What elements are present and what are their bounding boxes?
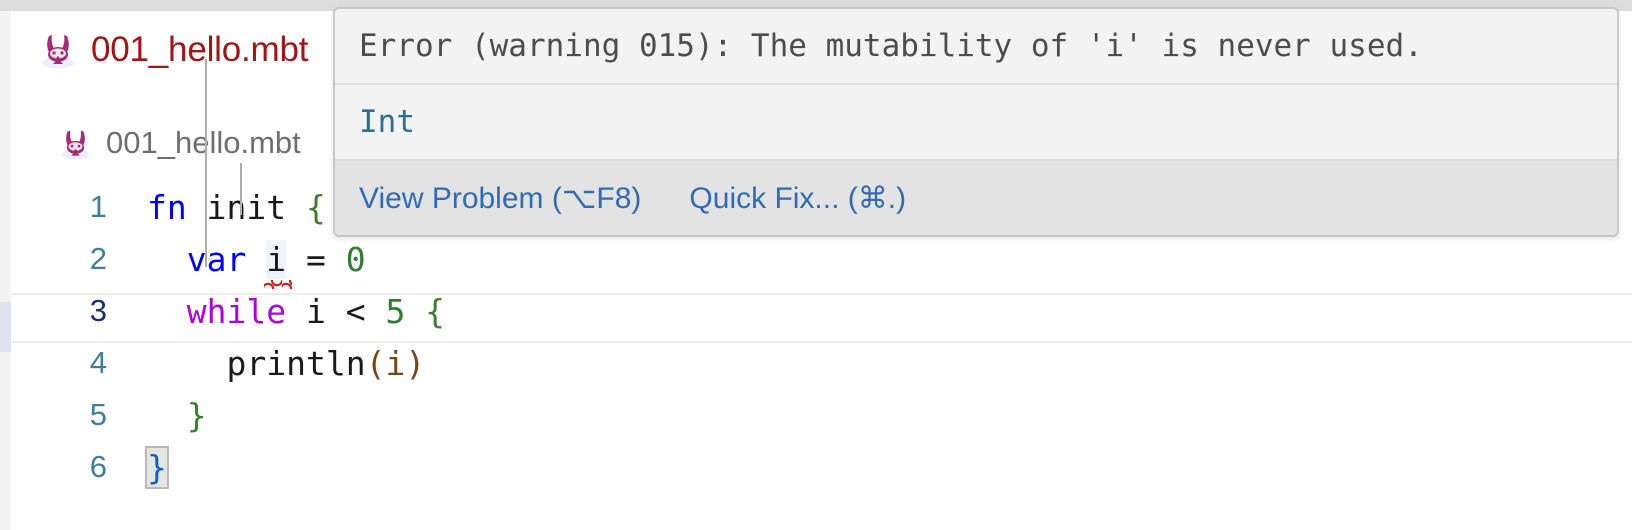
hover-diagnostic-message: Error (warning 015): The mutability of '… xyxy=(335,9,1617,85)
code-line[interactable]: 3 while i < 5 { xyxy=(11,285,1632,337)
code-line[interactable]: 2 var i = 0 xyxy=(11,233,1632,289)
code-token: 5 xyxy=(385,291,406,331)
code-line[interactable]: 4 println(i) xyxy=(11,337,1632,389)
code-token: ) xyxy=(405,343,426,383)
line-number: 4 xyxy=(89,345,107,380)
error-squiggle-token: i xyxy=(264,239,292,289)
quick-fix-action[interactable]: Quick Fix... (⌘.) xyxy=(689,181,906,216)
hover-type-signature: Int xyxy=(335,85,1617,161)
code-line[interactable]: 5 } xyxy=(11,389,1632,441)
code-token: { xyxy=(405,291,446,331)
line-number: 1 xyxy=(89,189,107,224)
line-number: 2 xyxy=(89,241,107,276)
code-line-text: var i = 0 xyxy=(135,239,1632,289)
moonbit-rabbit-icon xyxy=(39,30,77,70)
code-token: println xyxy=(226,343,366,383)
code-token: { xyxy=(286,187,326,227)
code-token: = xyxy=(286,239,346,279)
editor-tab-001-hello[interactable]: 001_hello.mbt xyxy=(11,11,308,89)
editor-window: 001_hello.mbt 001_hello.mbt 1 fn init {… xyxy=(0,0,1632,530)
code-token: init xyxy=(206,187,287,227)
code-line[interactable]: 6} xyxy=(11,441,1632,493)
code-token: ( xyxy=(365,343,386,383)
moonbit-rabbit-icon xyxy=(59,126,92,161)
bracket-match-token: } xyxy=(145,445,169,489)
view-problem-action[interactable]: View Problem (⌥F8) xyxy=(359,181,641,216)
code-line-text: while i < 5 { xyxy=(135,292,1632,331)
overview-ruler-strip[interactable] xyxy=(0,11,11,530)
line-number: 6 xyxy=(89,449,107,484)
code-line-text: } xyxy=(135,445,1632,489)
code-token: i < xyxy=(286,291,386,331)
code-token: var xyxy=(186,239,267,279)
code-token: 0 xyxy=(345,239,366,279)
breadcrumb-file-label: 001_hello.mbt xyxy=(106,125,301,160)
line-number: 3 xyxy=(89,293,107,328)
overview-ruler-current-line-marker xyxy=(0,302,11,352)
editor-tab-label: 001_hello.mbt xyxy=(91,30,309,69)
breadcrumb[interactable]: 001_hello.mbt xyxy=(11,115,301,171)
code-token: } xyxy=(186,395,207,435)
line-number: 5 xyxy=(89,397,107,432)
hover-action-bar: View Problem (⌥F8) Quick Fix... (⌘.) xyxy=(335,161,1617,235)
code-token: i xyxy=(385,343,406,383)
code-line-text: println(i) xyxy=(135,344,1632,383)
hover-tooltip[interactable]: Error (warning 015): The mutability of '… xyxy=(333,7,1619,237)
code-line-text: } xyxy=(135,396,1632,435)
code-token: fn xyxy=(147,187,207,227)
code-token: while xyxy=(186,291,287,331)
